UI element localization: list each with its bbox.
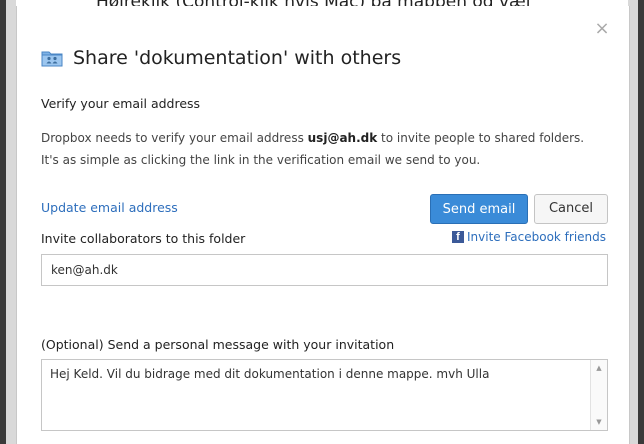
message-label: (Optional) Send a personal message with … [41, 337, 395, 352]
collaborator-email-input[interactable]: ken@ah.dk [41, 254, 608, 286]
verify-heading: Verify your email address [41, 96, 201, 111]
send-email-button[interactable]: Send email [430, 194, 528, 224]
frame-edge-right [638, 0, 644, 444]
message-scrollbar[interactable]: ▲ ▼ [590, 360, 607, 430]
personal-message-text: Hej Keld. Vil du bidrage med dit dokumen… [50, 367, 490, 381]
dialog-title: Share 'dokumentation' with others [73, 47, 402, 69]
personal-message-textarea[interactable]: Hej Keld. Vil du bidrage med dit dokumen… [41, 359, 608, 431]
invite-facebook-link[interactable]: f Invite Facebook friends [452, 230, 606, 244]
invite-facebook-label: Invite Facebook friends [467, 230, 607, 244]
shared-folder-icon [41, 51, 63, 67]
dialog-header: Share 'dokumentation' with others [41, 44, 401, 72]
scroll-down-icon[interactable]: ▼ [591, 416, 607, 428]
share-dialog: × Share 'dokumentation' with others Veri… [16, 6, 630, 444]
facebook-icon: f [452, 231, 464, 243]
close-icon[interactable]: × [593, 20, 611, 38]
verify-body-start: Dropbox needs to verify your email addre… [41, 131, 308, 145]
frame-gap-left [6, 0, 16, 444]
invite-label: Invite collaborators to this folder [41, 231, 246, 246]
verify-message: Dropbox needs to verify your email addre… [41, 127, 601, 171]
update-email-link[interactable]: Update email address [41, 200, 178, 215]
cancel-button[interactable]: Cancel [534, 194, 608, 224]
verify-email: usj@ah.dk [307, 131, 378, 145]
scroll-up-icon[interactable]: ▲ [591, 362, 607, 374]
